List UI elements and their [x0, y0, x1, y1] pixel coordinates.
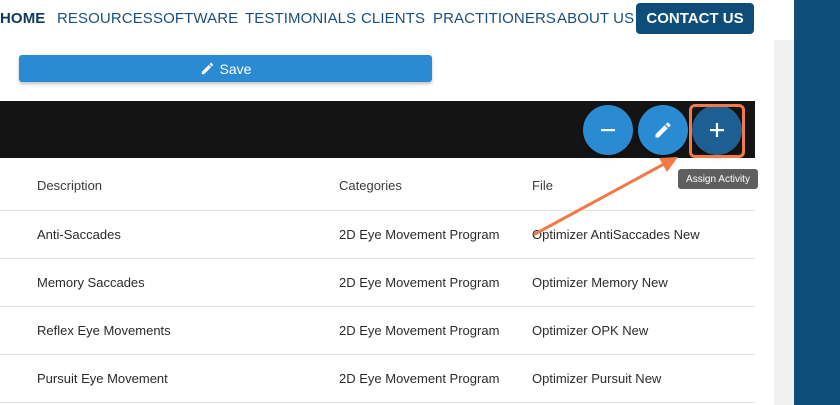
nav-testimonials[interactable]: TESTIMONIALS — [245, 10, 356, 27]
table-row[interactable]: Pursuit Eye Movement 2D Eye Movement Pro… — [0, 355, 755, 403]
nav-home[interactable]: HOME — [0, 10, 45, 27]
save-label: Save — [219, 60, 252, 77]
cell-file: Optimizer Pursuit New — [532, 371, 662, 386]
header-file[interactable]: File — [532, 160, 553, 210]
activities-table: Description Categories File Anti-Saccade… — [0, 160, 755, 403]
page: HOME RESOURCES SOFTWARE TESTIMONIALS CLI… — [0, 0, 840, 405]
cell-file: Optimizer OPK New — [532, 323, 649, 338]
highlight-box — [689, 104, 745, 158]
pencil-icon — [201, 62, 213, 75]
cell-category: 2D Eye Movement Program — [339, 323, 500, 338]
nav-software[interactable]: SOFTWARE — [153, 10, 238, 27]
nav-resources[interactable]: RESOURCES — [57, 10, 153, 27]
cell-description: Memory Saccades — [37, 275, 145, 290]
nav-clients[interactable]: CLIENTS — [361, 10, 425, 27]
header-description[interactable]: Description — [37, 160, 102, 210]
cell-description: Reflex Eye Movements — [37, 323, 171, 338]
cell-description: Anti-Saccades — [37, 227, 121, 242]
nav-practitioners[interactable]: PRACTITIONERS — [433, 10, 556, 27]
contact-us-button[interactable]: CONTACT US — [636, 3, 754, 34]
side-gutter — [774, 40, 794, 405]
minus-icon — [601, 129, 615, 132]
header-categories[interactable]: Categories — [339, 160, 402, 210]
remove-button[interactable] — [583, 105, 633, 155]
cell-file: Optimizer Memory New — [532, 275, 668, 290]
cell-category: 2D Eye Movement Program — [339, 275, 500, 290]
cell-description: Pursuit Eye Movement — [37, 371, 168, 386]
cell-category: 2D Eye Movement Program — [339, 227, 500, 242]
pencil-icon — [655, 122, 671, 138]
main-nav: HOME RESOURCES SOFTWARE TESTIMONIALS CLI… — [0, 0, 774, 40]
table-row[interactable]: Memory Saccades 2D Eye Movement Program … — [0, 259, 755, 307]
save-button[interactable]: Save — [19, 55, 432, 82]
table-row[interactable]: Anti-Saccades 2D Eye Movement Program Op… — [0, 211, 755, 259]
cell-category: 2D Eye Movement Program — [339, 371, 500, 386]
table-row[interactable]: Reflex Eye Movements 2D Eye Movement Pro… — [0, 307, 755, 355]
table-header: Description Categories File — [0, 160, 755, 211]
right-panel — [794, 0, 840, 405]
edit-button[interactable] — [638, 105, 688, 155]
cell-file: Optimizer AntiSaccades New — [532, 227, 700, 242]
nav-about-us[interactable]: ABOUT US — [557, 10, 634, 27]
